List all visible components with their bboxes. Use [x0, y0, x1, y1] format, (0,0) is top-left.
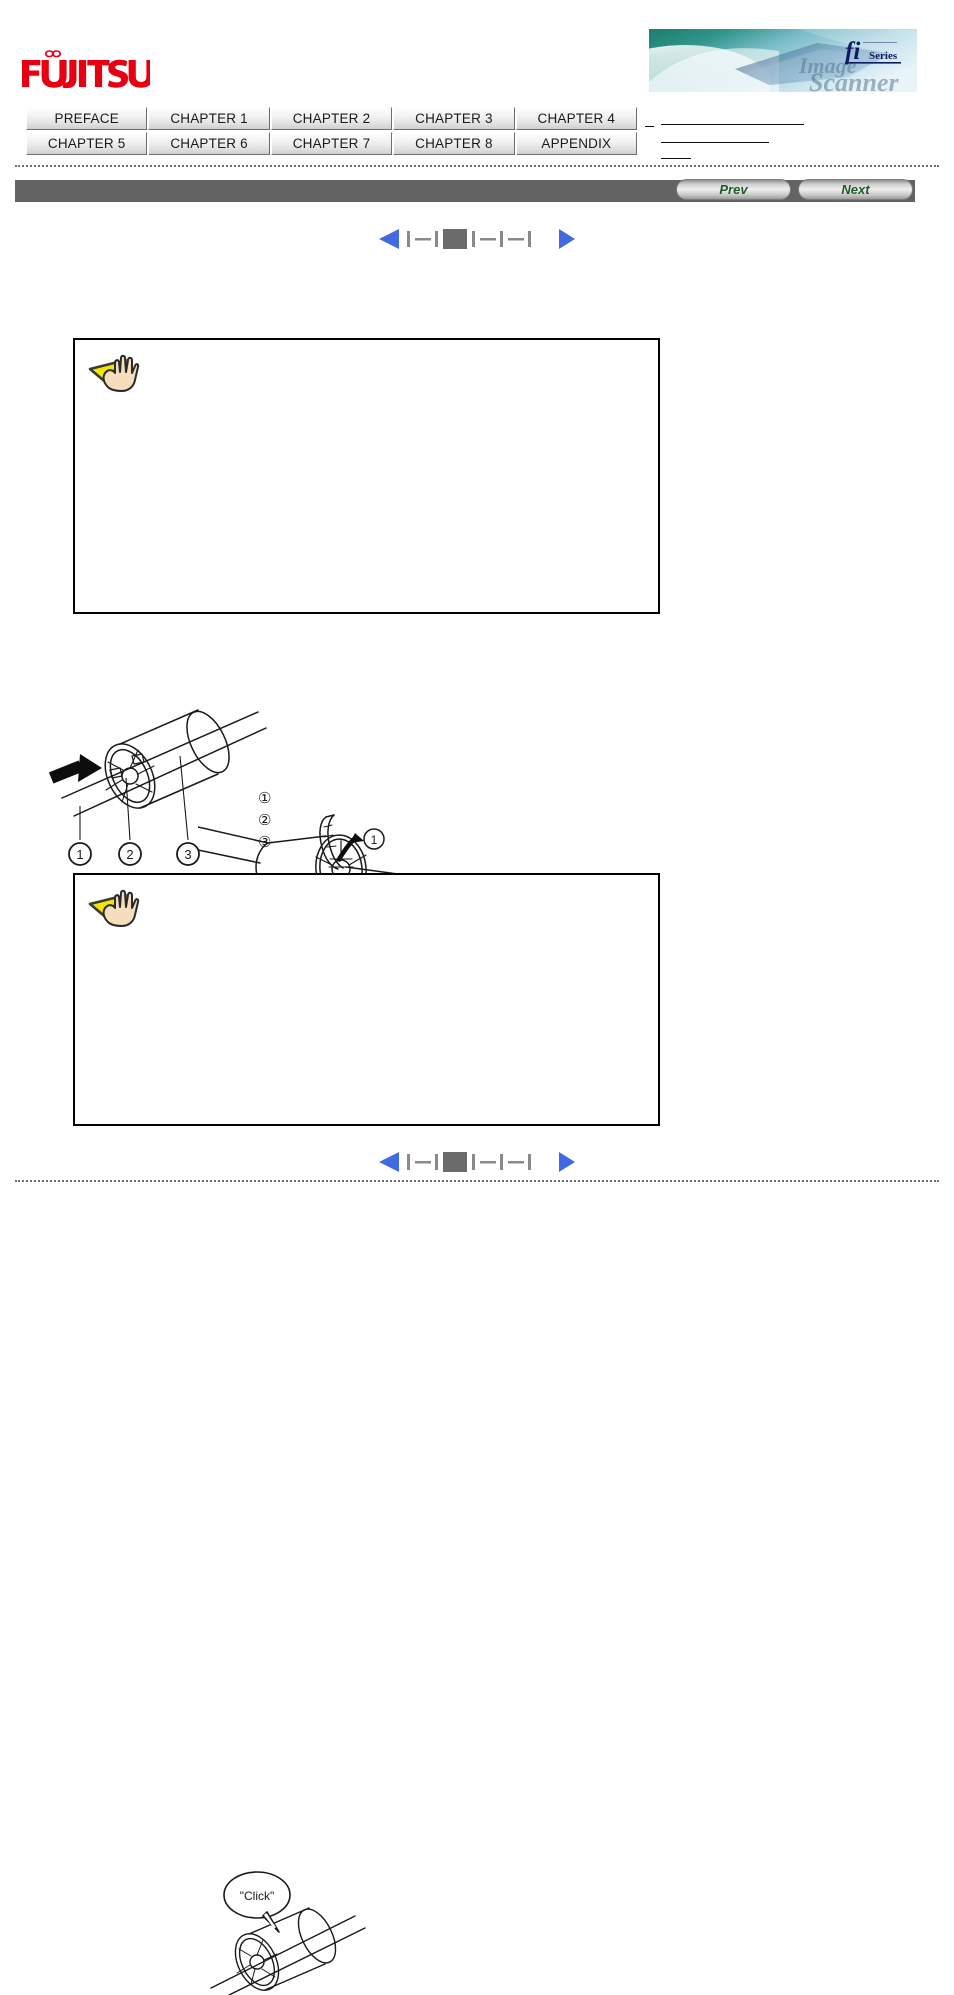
tab-chapter-5[interactable]: CHAPTER 5 [26, 132, 148, 155]
pager-tick [500, 231, 503, 247]
pager-tick [528, 1154, 531, 1170]
tab-chapter-4[interactable]: CHAPTER 4 [515, 107, 638, 130]
legend-marker-3: ③ [258, 833, 272, 851]
assembly-callout-3: 3 [176, 842, 200, 866]
pager-dash [508, 1161, 524, 1164]
svg-text:3: 3 [184, 847, 191, 862]
svg-text:1: 1 [76, 847, 83, 862]
click-speech-bubble: "Click" [223, 1871, 291, 1933]
tab-chapter-1[interactable]: CHAPTER 1 [148, 107, 270, 130]
insertion-arrow-icon [48, 754, 102, 784]
pager-tick [407, 1154, 410, 1170]
pager-current-marker [443, 1152, 467, 1172]
tab-appendix[interactable]: APPENDIX [515, 132, 638, 155]
assembly-callout-2: 2 [118, 842, 142, 866]
next-button[interactable]: Next [798, 179, 913, 200]
figure-legend: ① ② ③ [258, 787, 598, 857]
tab-row-1: PREFACE CHAPTER 1 CHAPTER 2 CHAPTER 3 CH… [26, 107, 638, 132]
pager-dash [415, 1161, 431, 1164]
banner-subtitle-scanner: Scanner [809, 68, 899, 92]
legend-marker-1: ① [258, 789, 272, 807]
banner-series: Series [869, 50, 898, 62]
pick-roller-click-diagram: "Click" [205, 1870, 430, 1995]
header-rule-group [645, 112, 905, 160]
pager-next-triangle [559, 229, 575, 249]
banner-brand: fi [845, 38, 860, 65]
tab-chapter-6[interactable]: CHAPTER 6 [148, 132, 270, 155]
tab-row-2: CHAPTER 5 CHAPTER 6 CHAPTER 7 CHAPTER 8 … [26, 132, 638, 157]
header-connector-dash [645, 126, 654, 127]
header-rule-1 [661, 124, 804, 125]
pager-dash [480, 238, 496, 241]
tab-preface[interactable]: PREFACE [26, 107, 148, 130]
footer-dotted-divider [15, 1180, 939, 1182]
pager-next-triangle [559, 1152, 575, 1172]
page-header: Image Scanner fi Series PREFACE CHAPTER … [0, 0, 954, 162]
pager-dash [415, 238, 431, 241]
pager-tick [500, 1154, 503, 1170]
tab-chapter-7[interactable]: CHAPTER 7 [270, 132, 393, 155]
header-rule-3 [661, 158, 691, 159]
pager-prev-triangle [379, 229, 399, 249]
pager-current-marker [443, 229, 467, 249]
legend-item-1: ① [258, 787, 598, 809]
assembly-callout-1: 1 [68, 842, 92, 866]
pager-tick [435, 231, 438, 247]
caution-box-2: "Click" [73, 873, 660, 1995]
page-stepper-bottom[interactable] [377, 1149, 577, 1175]
caution-hand-icon [87, 883, 149, 931]
legend-item-2: ② [258, 809, 598, 831]
fi-series-banner: Image Scanner fi Series [649, 29, 917, 92]
tab-chapter-3[interactable]: CHAPTER 3 [393, 107, 515, 130]
legend-item-3: ③ [258, 831, 598, 853]
svg-text:2: 2 [126, 847, 133, 862]
caution-hand-icon [87, 348, 149, 396]
pager-tick [407, 231, 410, 247]
tab-chapter-8[interactable]: CHAPTER 8 [393, 132, 515, 155]
header-rule-2 [661, 142, 769, 143]
chapter-tab-bar: PREFACE CHAPTER 1 CHAPTER 2 CHAPTER 3 CH… [26, 107, 638, 157]
pager-tick [528, 231, 531, 247]
pager-tick [472, 231, 475, 247]
pager-dash [508, 238, 524, 241]
page-stepper-top[interactable] [377, 226, 577, 252]
click-bubble-label: "Click" [240, 1889, 275, 1903]
pager-dash [480, 1161, 496, 1164]
pager-tick [435, 1154, 438, 1170]
fujitsu-logo [20, 48, 150, 90]
prev-button[interactable]: Prev [676, 179, 791, 200]
legend-marker-2: ② [258, 811, 272, 829]
pager-prev-triangle [379, 1152, 399, 1172]
tab-chapter-2[interactable]: CHAPTER 2 [270, 107, 393, 130]
caution-box-1: 1 2 [73, 338, 660, 929]
header-dotted-divider [15, 165, 939, 167]
pager-tick [472, 1154, 475, 1170]
